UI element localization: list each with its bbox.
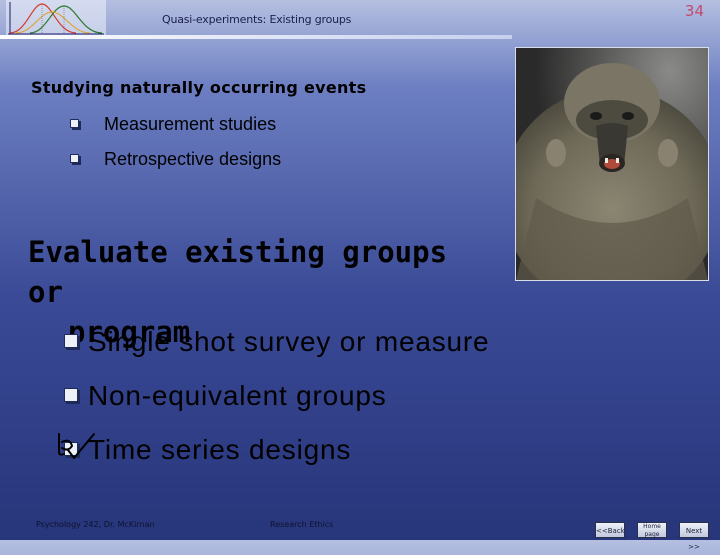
header-rule	[0, 35, 512, 39]
list-item-label: Time series designs	[88, 434, 352, 465]
list-item-label: Measurement studies	[104, 114, 277, 134]
checkbox-bullet-icon	[64, 388, 80, 404]
list-item-label: Non-equivalent groups	[88, 380, 387, 411]
footer-topic: Research Ethics	[270, 520, 334, 529]
section-heading-line-1: Evaluate existing groups or	[28, 235, 448, 309]
list-item-label: Retrospective designs	[104, 149, 282, 169]
checkmark-icon	[58, 433, 95, 459]
list-item: Retrospective designs	[70, 149, 281, 170]
list-item-label: Single shot survey or measure	[88, 326, 490, 357]
list-item: Single shot survey or measure	[64, 326, 489, 358]
checkbox-bullet-icon	[64, 334, 80, 350]
slide: Quasi-experiments: Existing groups 34 St…	[0, 0, 720, 551]
slide-title: Quasi-experiments: Existing groups	[162, 13, 352, 26]
back-button[interactable]: <<Back	[595, 522, 625, 538]
distribution-curves-icon	[6, 0, 106, 38]
list-item: Non-equivalent groups	[64, 380, 387, 412]
footer-course: Psychology 242, Dr. McKirnan	[36, 520, 155, 529]
checkbox-bullet-icon	[70, 154, 81, 165]
baboon-photo	[515, 47, 709, 281]
section-heading-naturally-occurring: Studying naturally occurring events	[31, 78, 367, 97]
slide-number: 34	[684, 2, 704, 20]
next-button[interactable]: Next >>	[679, 522, 709, 551]
home-page-button[interactable]: Home page	[637, 522, 667, 538]
checkbox-bullet-icon	[70, 119, 81, 130]
list-item: Measurement studies	[70, 114, 276, 135]
list-item: Time series designs	[64, 434, 351, 466]
